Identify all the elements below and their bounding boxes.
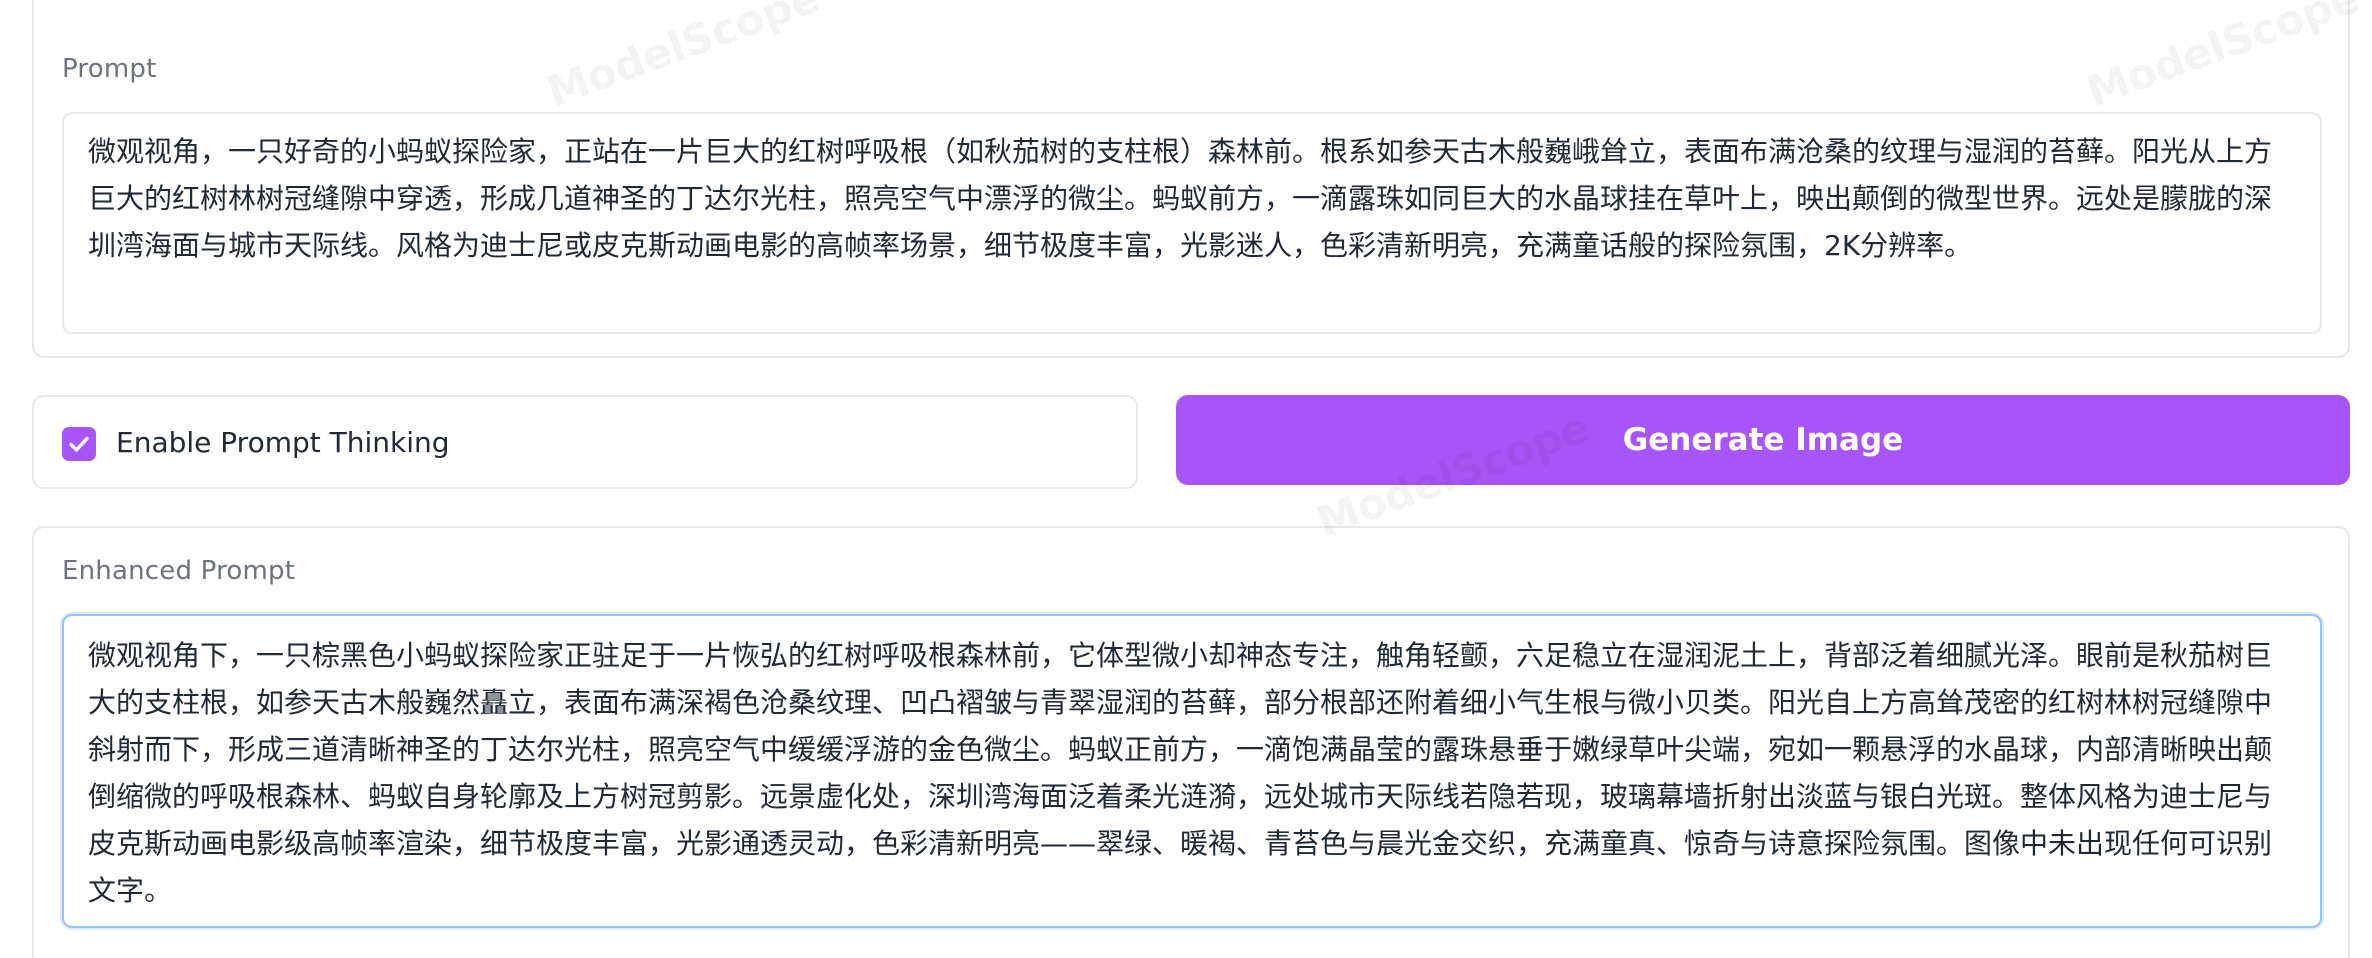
enhanced-prompt-label: Enhanced Prompt <box>62 556 296 586</box>
prompt-thinking-checkbox[interactable] <box>62 427 96 461</box>
check-icon <box>69 436 89 452</box>
enhanced-prompt-panel: Enhanced Prompt 微观视角下，一只棕黑色小蚂蚁探险家正驻足于一片恢… <box>32 526 2350 958</box>
prompt-panel: Prompt 微观视角，一只好奇的小蚂蚁探险家，正站在一片巨大的红树呼吸根（如秋… <box>32 0 2350 358</box>
prompt-thinking-panel: Enable Prompt Thinking <box>32 395 1138 489</box>
enhanced-prompt-textarea[interactable]: 微观视角下，一只棕黑色小蚂蚁探险家正驻足于一片恢弘的红树呼吸根森林前，它体型微小… <box>62 614 2322 928</box>
prompt-textarea[interactable]: 微观视角，一只好奇的小蚂蚁探险家，正站在一片巨大的红树呼吸根（如秋茄树的支柱根）… <box>62 112 2322 334</box>
prompt-thinking-label[interactable]: Enable Prompt Thinking <box>116 426 450 459</box>
prompt-label: Prompt <box>62 54 157 84</box>
generate-image-button[interactable]: Generate Image <box>1176 395 2350 485</box>
